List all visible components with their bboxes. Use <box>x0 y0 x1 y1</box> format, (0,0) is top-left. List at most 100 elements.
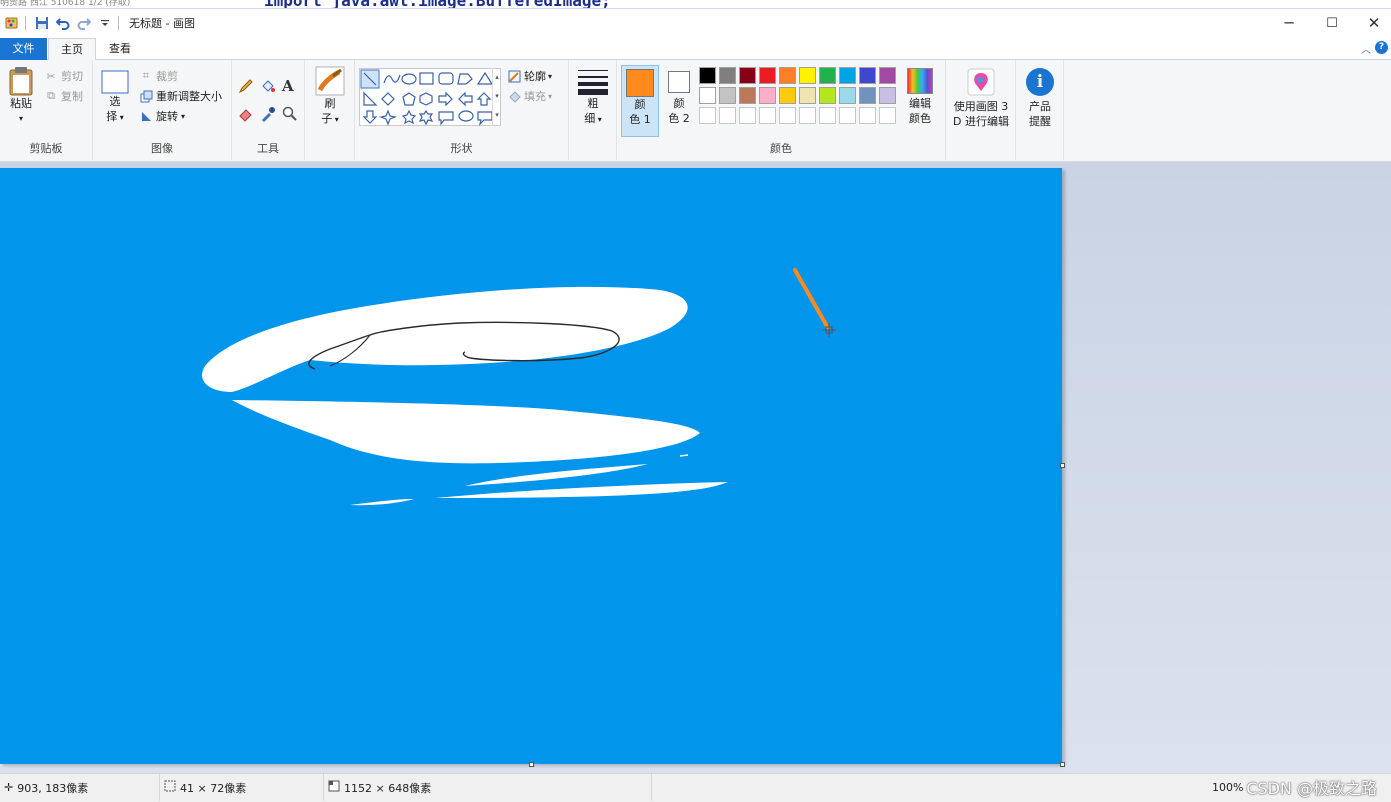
product-alert-button[interactable]: i 产品 提醒 <box>1022 68 1058 129</box>
rotate-button[interactable]: 旋转 ▾ <box>139 108 185 124</box>
white-brush-stroke-middle <box>232 400 700 464</box>
custom-color-slot[interactable] <box>839 107 856 124</box>
palette-color-swatch[interactable] <box>759 87 776 104</box>
eraser-icon[interactable] <box>238 106 256 124</box>
white-brush-stroke-thin-1 <box>465 464 648 486</box>
custom-color-slot[interactable] <box>799 107 816 124</box>
magnifier-icon[interactable] <box>282 106 300 124</box>
brush-icon <box>315 66 345 96</box>
zoom-level-cell: 100% <box>1208 774 1248 801</box>
size-button[interactable]: 粗 细 ▾ <box>575 68 611 127</box>
shapes-group: ▴ ▾ ▾ 轮廓 ▾ 填充 ▾ 形状 <box>355 60 569 160</box>
palette-color-swatch[interactable] <box>759 67 776 84</box>
custom-color-slot[interactable] <box>819 107 836 124</box>
save-icon[interactable] <box>33 14 51 32</box>
select-button[interactable]: 选 择 ▾ <box>99 70 131 125</box>
redo-icon[interactable] <box>75 14 93 32</box>
pencil-icon[interactable] <box>238 78 256 96</box>
palette-color-swatch[interactable] <box>819 87 836 104</box>
tools-group-label: 工具 <box>257 142 279 155</box>
color1-button[interactable]: 颜 色 1 <box>621 65 659 137</box>
resize-button[interactable]: 重新调整大小 <box>139 88 222 104</box>
text-tool-icon[interactable]: A <box>282 77 300 95</box>
palette-color-swatch[interactable] <box>879 87 896 104</box>
custom-color-slot[interactable] <box>779 107 796 124</box>
outline-icon <box>507 69 521 83</box>
paste-dropdown-icon: ▾ <box>18 114 23 123</box>
white-brush-stroke-top <box>202 286 688 392</box>
paint-app-icon[interactable] <box>3 14 21 32</box>
tab-view[interactable]: 查看 <box>98 38 142 60</box>
color1-label-2: 色 1 <box>629 113 651 126</box>
ribbon-tabs: 文件 主页 查看 ︿ ? <box>0 36 1391 61</box>
scissors-icon: ✂ <box>46 69 56 83</box>
background-code-line: import java.awt.image.BufferedImage; <box>264 0 611 8</box>
shapes-scroll[interactable]: ▴ ▾ ▾ <box>492 68 501 126</box>
help-icon[interactable]: ? <box>1375 41 1388 54</box>
palette-color-swatch[interactable] <box>879 67 896 84</box>
clipboard-icon <box>9 67 33 96</box>
palette-color-swatch[interactable] <box>719 87 736 104</box>
resize-handle-corner[interactable] <box>1060 762 1065 767</box>
fill-button[interactable]: 填充 ▾ <box>507 88 552 104</box>
shapes-gallery-icons <box>360 69 494 126</box>
palette-color-swatch[interactable] <box>699 67 716 84</box>
palette-color-swatch[interactable] <box>799 67 816 84</box>
rainbow-palette-icon <box>907 68 933 94</box>
tab-file[interactable]: 文件 <box>0 38 47 60</box>
crop-label: 裁剪 <box>156 70 178 83</box>
maximize-button[interactable]: ☐ <box>1311 9 1353 37</box>
window-title: 无标题 - 画图 <box>129 16 195 30</box>
customize-quick-access-icon[interactable] <box>96 14 114 32</box>
tab-home[interactable]: 主页 <box>48 38 96 61</box>
watermark: CSDN @极致之路 <box>1246 779 1377 798</box>
workspace <box>0 162 1391 773</box>
edit-colors-button[interactable]: 编辑 颜色 <box>902 68 938 126</box>
copy-icon: ⧉ <box>47 89 55 102</box>
paint3d-icon <box>967 68 995 96</box>
fill-bucket-icon[interactable] <box>260 78 278 96</box>
custom-color-slot[interactable] <box>739 107 756 124</box>
copy-button[interactable]: ⧉ 复制 <box>44 88 83 104</box>
drawing-canvas[interactable] <box>0 168 1065 767</box>
custom-color-slot[interactable] <box>879 107 896 124</box>
crop-button[interactable]: ⌗ 裁剪 <box>139 68 178 84</box>
palette-color-swatch[interactable] <box>859 67 876 84</box>
color2-label-1: 颜 <box>673 97 685 110</box>
close-button[interactable]: ✕ <box>1353 9 1391 37</box>
color2-button[interactable]: 颜 色 2 <box>663 65 695 137</box>
edit-with-paint3d-button[interactable]: 使用画图 3 D 进行编辑 <box>950 68 1012 129</box>
palette-color-swatch[interactable] <box>859 87 876 104</box>
cut-button[interactable]: ✂ 剪切 <box>44 68 83 84</box>
select-dropdown-icon: ▾ <box>117 113 124 122</box>
paste-button[interactable]: 粘贴 ▾ <box>6 66 36 126</box>
brushes-dropdown-icon: ▾ <box>332 115 339 124</box>
brushes-button[interactable]: 刷 子 ▾ <box>312 66 348 127</box>
copy-label: 复制 <box>61 90 83 103</box>
resize-handle-right[interactable] <box>1060 463 1065 468</box>
palette-color-swatch[interactable] <box>779 67 796 84</box>
undo-icon[interactable] <box>54 14 72 32</box>
palette-color-swatch[interactable] <box>819 67 836 84</box>
palette-color-swatch[interactable] <box>739 87 756 104</box>
paint3d-label-2: D 进行编辑 <box>953 115 1009 128</box>
palette-color-swatch[interactable] <box>739 67 756 84</box>
palette-color-swatch[interactable] <box>719 67 736 84</box>
palette-color-swatch[interactable] <box>699 87 716 104</box>
shapes-gallery[interactable] <box>359 68 501 126</box>
custom-color-slot[interactable] <box>719 107 736 124</box>
palette-color-swatch[interactable] <box>839 67 856 84</box>
resize-handle-bottom[interactable] <box>529 762 534 767</box>
custom-color-slot[interactable] <box>859 107 876 124</box>
white-brush-stroke-thin-3 <box>350 499 414 506</box>
custom-color-slot[interactable] <box>699 107 716 124</box>
minimize-button[interactable]: ─ <box>1268 9 1310 37</box>
palette-color-swatch[interactable] <box>839 87 856 104</box>
palette-color-swatch[interactable] <box>779 87 796 104</box>
color-picker-icon[interactable] <box>260 106 278 124</box>
palette-color-swatch[interactable] <box>799 87 816 104</box>
outline-button[interactable]: 轮廓 ▾ <box>507 68 552 84</box>
collapse-ribbon-icon[interactable]: ︿ <box>1361 41 1371 56</box>
size-label-2: 细 <box>584 112 596 125</box>
custom-color-slot[interactable] <box>759 107 776 124</box>
